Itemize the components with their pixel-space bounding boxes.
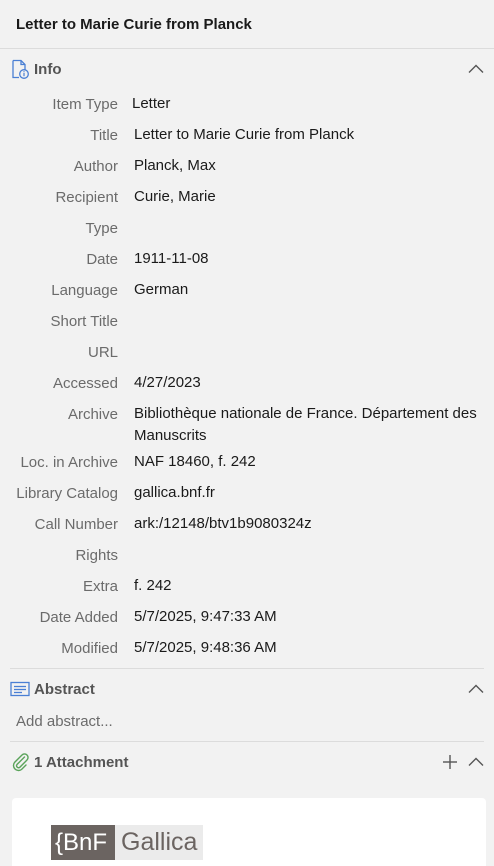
collapse-info-chevron-up-icon[interactable]	[467, 60, 485, 78]
info-fields: Item Type Letter Title Letter to Marie C…	[0, 89, 494, 664]
field-row-library-catalog: Library Catalog gallica.bnf.fr	[0, 478, 494, 509]
field-row-item-type: Item Type Letter	[0, 89, 494, 120]
field-label: URL	[87, 344, 118, 361]
modified-value: 5/7/2025, 9:48:36 AM	[134, 639, 277, 656]
attachment-preview[interactable]: {BnF Gallica	[12, 798, 486, 866]
language-value[interactable]: German	[134, 279, 478, 301]
field-label: Accessed	[52, 375, 118, 392]
date-added-value: 5/7/2025, 9:47:33 AM	[134, 608, 277, 625]
field-label: Call Number	[34, 516, 118, 533]
field-label: Date	[86, 251, 118, 268]
info-document-icon	[10, 59, 30, 79]
field-label: Language	[51, 282, 118, 299]
logo-bnf-text: {BnF	[51, 825, 116, 860]
field-row-url: URL	[0, 337, 494, 368]
field-label: Archive	[67, 406, 118, 423]
field-row-rights: Rights	[0, 540, 494, 571]
loc-in-archive-value[interactable]: NAF 18460, f. 242	[134, 451, 478, 473]
field-row-call-number: Call Number ark:/12148/btv1b9080324z	[0, 509, 494, 540]
field-row-loc-in-archive: Loc. in Archive NAF 18460, f. 242	[0, 447, 494, 478]
author-value[interactable]: Planck, Max	[134, 155, 478, 177]
abstract-input[interactable]: Add abstract...	[0, 709, 494, 739]
title-value[interactable]: Letter to Marie Curie from Planck	[134, 124, 478, 146]
recipient-value[interactable]: Curie, Marie	[134, 186, 478, 208]
item-title: Letter to Marie Curie from Planck	[16, 15, 252, 33]
field-label[interactable]: Recipient	[0, 188, 118, 207]
field-label: Library Catalog	[16, 485, 118, 502]
abstract-icon	[10, 679, 30, 699]
field-label: Short Title	[50, 313, 118, 330]
info-section-header[interactable]: Info	[0, 49, 494, 89]
paperclip-icon	[10, 752, 30, 772]
field-row-date: Date 1911-11-08	[0, 244, 494, 275]
abstract-section-label: Abstract	[34, 680, 95, 698]
info-section-label: Info	[34, 60, 62, 78]
field-label: Loc. in Archive	[20, 454, 118, 471]
item-type-value[interactable]: Letter	[132, 93, 476, 115]
attachments-section-header[interactable]: 1 Attachment	[0, 742, 494, 782]
logo-gallica-text: Gallica	[115, 825, 204, 860]
field-row-modified: Modified 5/7/2025, 9:48:36 AM	[0, 633, 494, 664]
field-row-accessed: Accessed 4/27/2023	[0, 368, 494, 399]
field-label[interactable]: Author	[0, 157, 118, 176]
collapse-abstract-chevron-up-icon[interactable]	[467, 680, 485, 698]
add-attachment-plus-icon[interactable]	[441, 753, 459, 771]
date-value[interactable]: 1911-11-08	[134, 248, 478, 270]
field-row-author: Author Planck, Max	[0, 151, 494, 182]
field-row-date-added: Date Added 5/7/2025, 9:47:33 AM	[0, 602, 494, 633]
library-catalog-value[interactable]: gallica.bnf.fr	[134, 482, 478, 504]
field-row-type: Type	[0, 213, 494, 244]
field-row-short-title: Short Title	[0, 306, 494, 337]
collapse-attachments-chevron-up-icon[interactable]	[467, 753, 485, 771]
abstract-section-header[interactable]: Abstract	[0, 669, 494, 709]
call-number-value[interactable]: ark:/12148/btv1b9080324z	[134, 513, 478, 535]
attachments-section-label: 1 Attachment	[34, 753, 129, 771]
field-label: Type	[85, 220, 118, 237]
field-label: Item Type	[52, 96, 118, 113]
field-row-archive: Archive Bibliothèque nationale de France…	[0, 399, 494, 447]
field-label: Modified	[61, 640, 118, 657]
field-row-recipient: Recipient Curie, Marie	[0, 182, 494, 213]
item-pane-header: Letter to Marie Curie from Planck	[0, 0, 494, 49]
accessed-value[interactable]: 4/27/2023	[134, 372, 478, 394]
field-row-title: Title Letter to Marie Curie from Planck	[0, 120, 494, 151]
field-label: Rights	[75, 547, 118, 564]
bnf-gallica-logo: {BnF Gallica	[51, 825, 204, 860]
field-label: Extra	[82, 578, 118, 595]
field-label: Date Added	[39, 609, 118, 626]
field-row-language: Language German	[0, 275, 494, 306]
archive-value[interactable]: Bibliothèque nationale de France. Départ…	[134, 403, 478, 447]
field-row-extra: Extra f. 242	[0, 571, 494, 602]
extra-value[interactable]: f. 242	[134, 575, 478, 597]
field-label: Title	[90, 127, 118, 144]
